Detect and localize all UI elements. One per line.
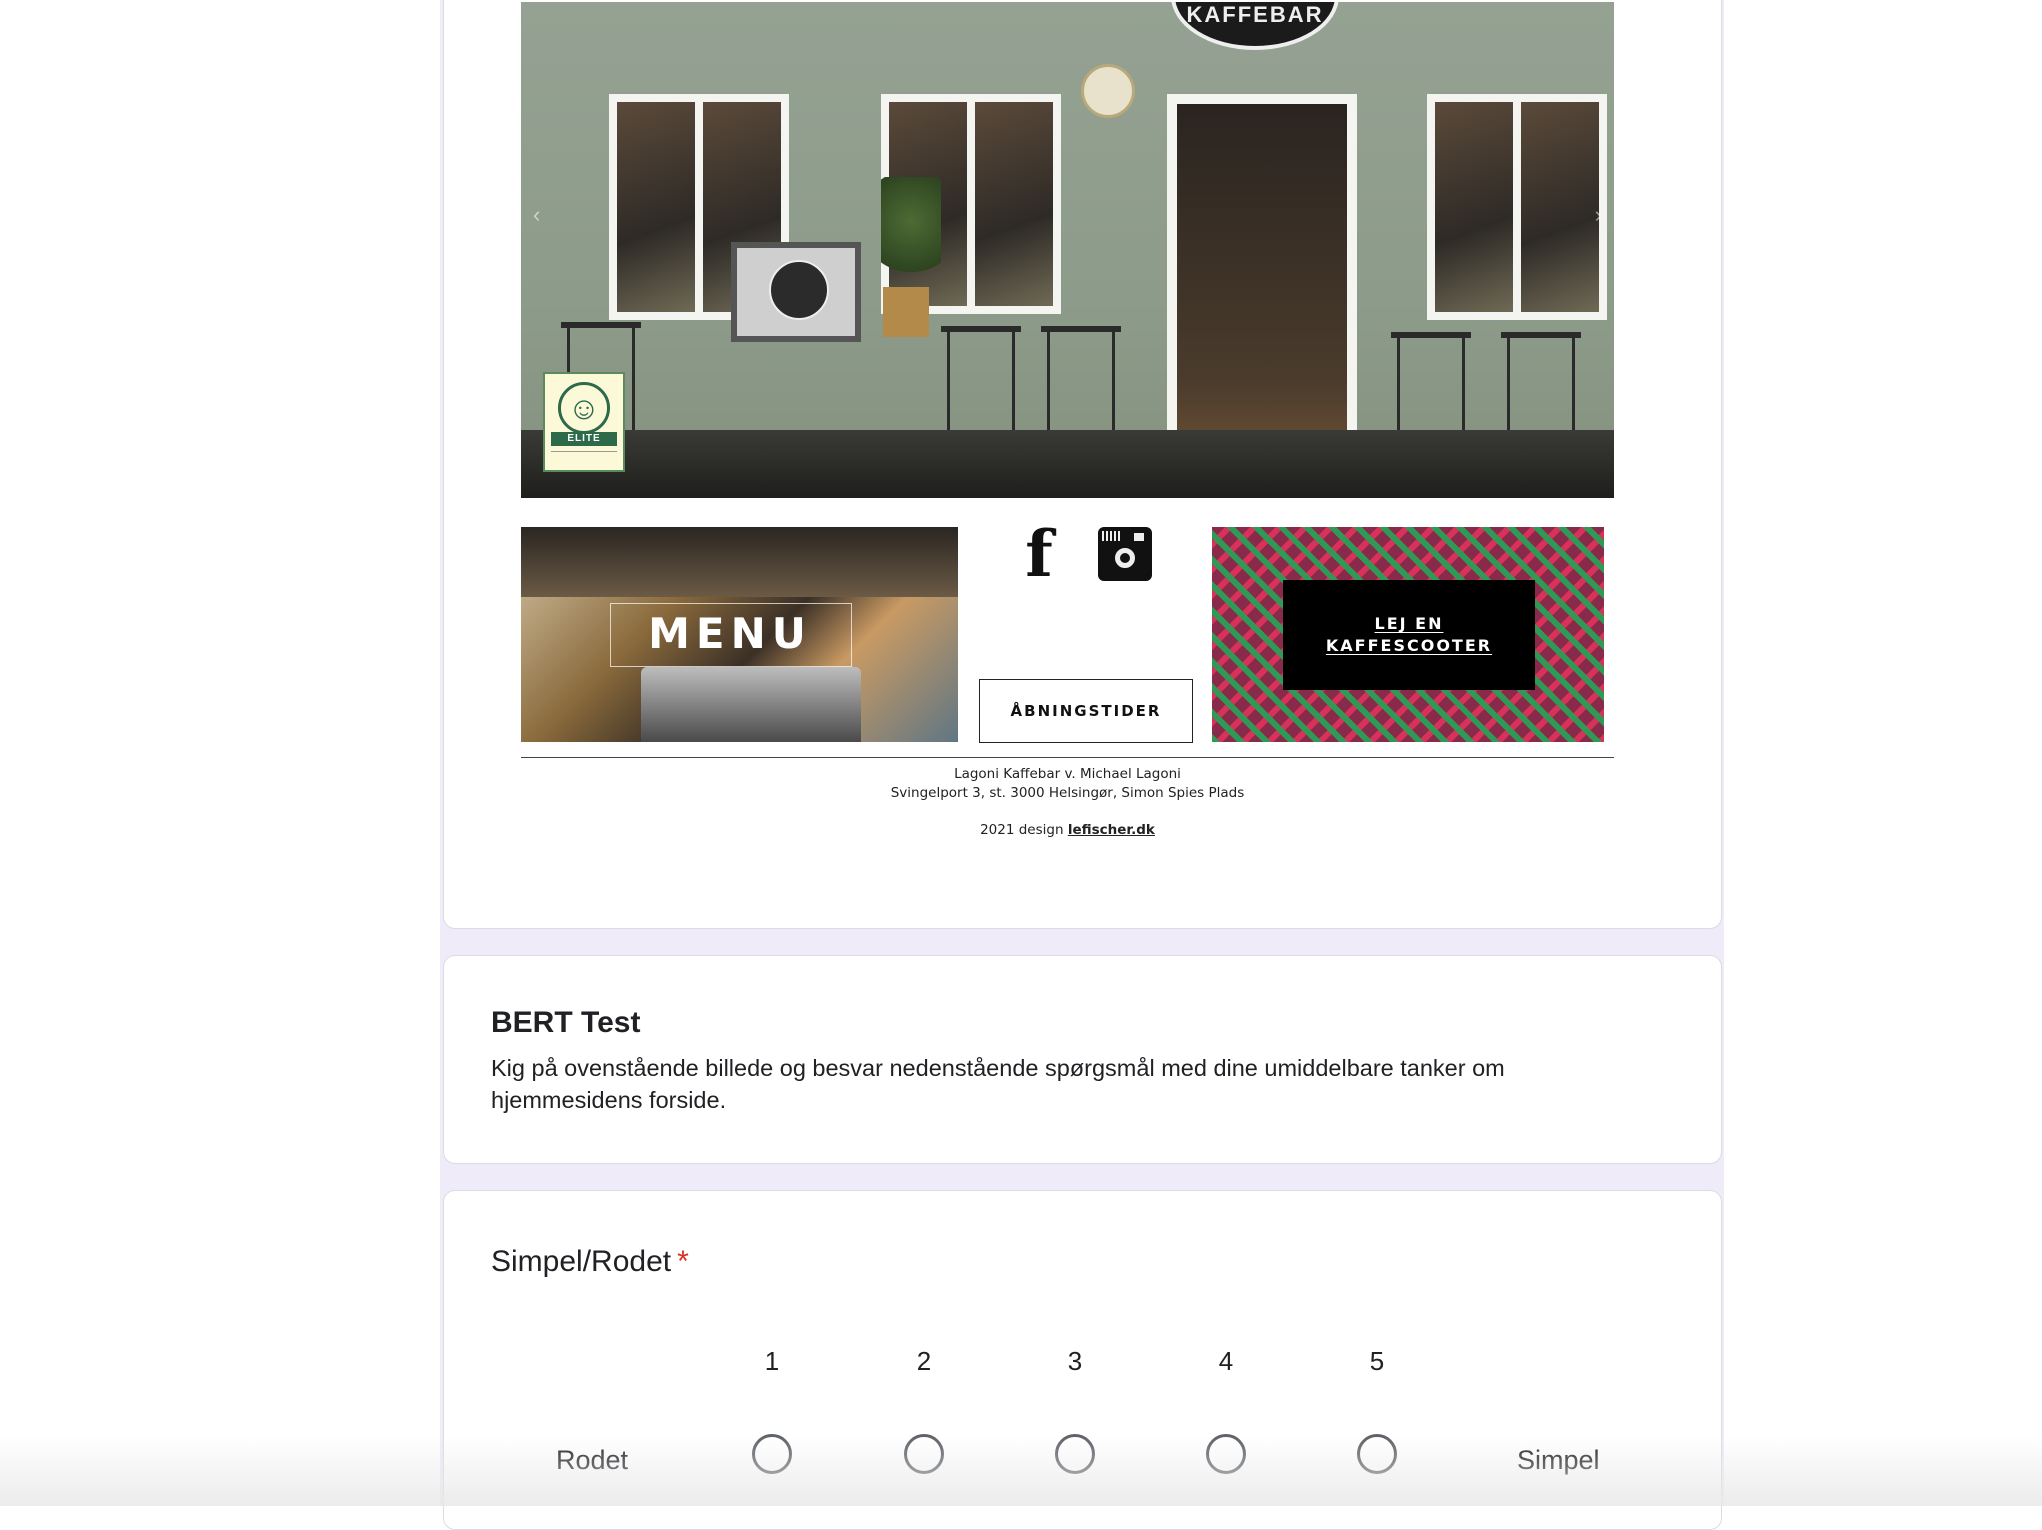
carousel-prev-icon: ‹	[533, 202, 541, 227]
scale-number-2: 2	[916, 1346, 932, 1376]
scale-number-5: 5	[1369, 1346, 1385, 1376]
designer-link: lefischer.dk	[1067, 822, 1155, 838]
instagram-icon	[1098, 527, 1152, 581]
smiley-icon: ☺	[558, 382, 610, 434]
footer-credit: 2021 design lefischer.dk	[980, 822, 1155, 838]
scale-number-4: 4	[1218, 1346, 1234, 1376]
section-header-card: BERT Test Kig på ovenstående billede og …	[443, 955, 1722, 1164]
opening-hours-button: ÅBNINGSTIDER	[979, 679, 1193, 743]
footer-owner: Lagoni Kaffebar v. Michael Lagoni	[954, 766, 1181, 782]
image-card: KAFFEBAR ☺ ELITE ‹ › MENU f ÅBNINGSTIDER	[443, 0, 1722, 929]
scale-radio-4[interactable]	[1206, 1434, 1246, 1474]
footer-address: Svingelport 3, st. 3000 Helsingør, Simon…	[890, 785, 1245, 801]
scale-radio-2[interactable]	[904, 1434, 944, 1474]
scale-number-3: 3	[1067, 1346, 1083, 1376]
scale-radio-5[interactable]	[1357, 1434, 1397, 1474]
scale-radio-3[interactable]	[1055, 1434, 1095, 1474]
menu-label: MENU	[648, 609, 812, 658]
facebook-icon: f	[1025, 517, 1053, 592]
scale-low-label: Rodet	[556, 1445, 629, 1475]
site-footer: Lagoni Kaffebar v. Michael Lagoni Svinge…	[521, 765, 1614, 840]
scale-radio-1[interactable]	[752, 1434, 792, 1474]
menu-tile: MENU	[521, 527, 958, 742]
kaffescooter-panel: LEJ EN KAFFESCOOTER	[1283, 580, 1535, 690]
footer-divider	[521, 757, 1614, 758]
section-description: Kig på ovenstående billede og besvar ned…	[491, 1055, 1505, 1113]
question-card-simpel-rodet: Simpel/Rodet * Rodet 1 2 3 4 5 Simpel	[443, 1190, 1722, 1530]
scale-high-label: Simpel	[1517, 1445, 1600, 1475]
kaffescooter-tile: LEJ EN KAFFESCOOTER	[1212, 527, 1604, 742]
framed-logo-sign	[731, 242, 861, 342]
carousel-next-icon: ›	[1594, 202, 1602, 227]
required-asterisk: *	[677, 1245, 689, 1278]
scale-number-1: 1	[764, 1346, 780, 1376]
section-title: BERT Test	[491, 1006, 641, 1039]
cafe-storefront-image: KAFFEBAR ☺ ELITE ‹ ›	[521, 2, 1614, 498]
question-title: Simpel/Rodet *	[491, 1245, 689, 1278]
smiley-elite-badge: ☺ ELITE	[543, 372, 625, 472]
